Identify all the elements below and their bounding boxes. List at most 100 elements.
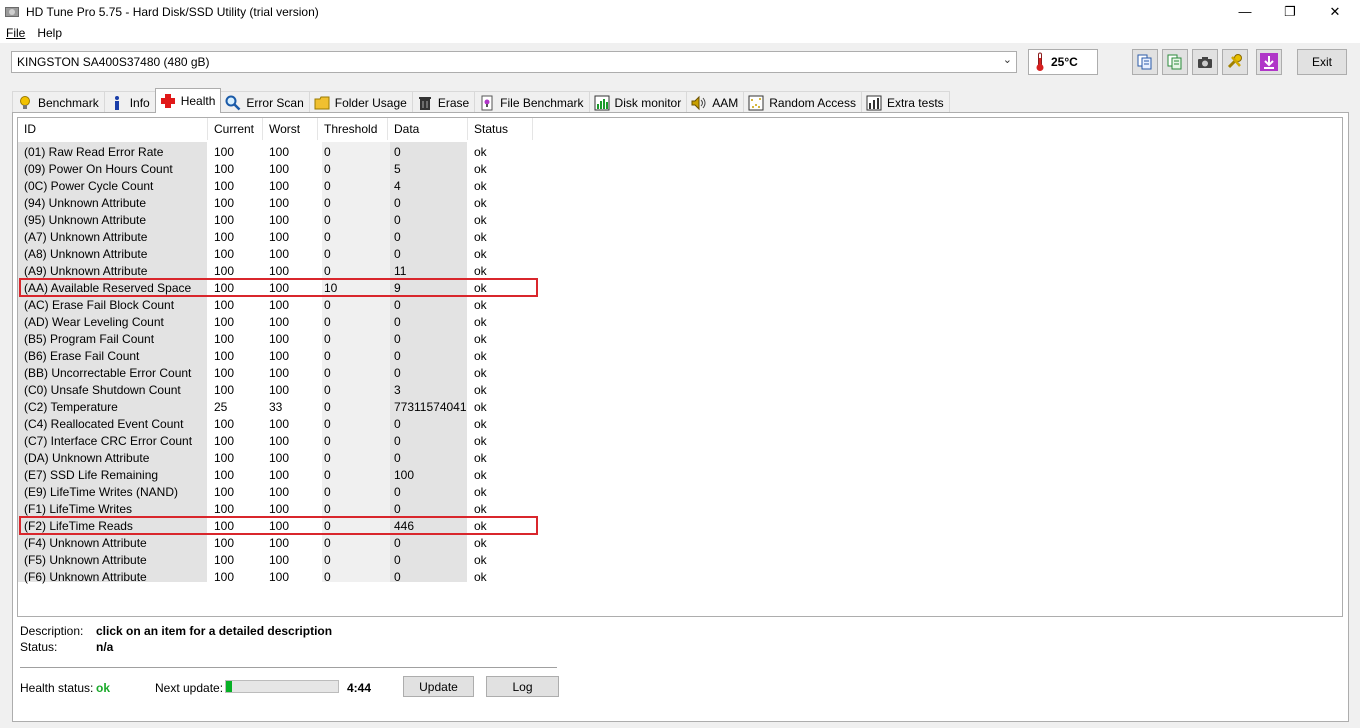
cell-worst: 100 [269,247,290,261]
log-button[interactable]: Log [486,676,559,697]
minimize-button[interactable]: — [1222,0,1268,23]
description-value: click on an item for a detailed descript… [96,624,333,638]
cell-current: 100 [214,264,235,278]
tab-folder-usage[interactable]: Folder Usage [308,91,413,113]
copy-screen-button[interactable] [1162,49,1188,75]
tab-health[interactable]: Health [154,88,222,113]
table-row[interactable]: (01) Raw Read Error Rate 100 100 0 0 ok [18,144,538,161]
column-header-current[interactable]: Current [208,118,263,140]
cell-data: 0 [394,196,401,210]
cell-worst: 100 [269,332,290,346]
table-row[interactable]: (A7) Unknown Attribute 100 100 0 0 ok [18,229,538,246]
table-row[interactable]: (C7) Interface CRC Error Count 100 100 0 0 ok [18,433,538,450]
copy-info-button[interactable] [1132,49,1158,75]
exit-button[interactable]: Exit [1297,49,1347,75]
tab-label: Erase [437,95,470,110]
table-row[interactable]: (C0) Unsafe Shutdown Count 100 100 0 3 ok [18,382,538,399]
cell-id: (A9) Unknown Attribute [24,264,148,278]
cell-status: ok [474,502,487,516]
table-row[interactable]: (AC) Erase Fail Block Count 100 100 0 0 ok [18,297,538,314]
cell-id: (0C) Power Cycle Count [24,179,154,193]
menu-file[interactable]: File [0,26,31,40]
table-row[interactable]: (BB) Uncorrectable Error Count 100 100 0 0 ok [18,365,538,382]
table-row[interactable]: (F5) Unknown Attribute 100 100 0 0 ok [18,552,538,569]
drive-select[interactable]: KINGSTON SA400S37480 (480 gB) ⌄ [11,51,1017,73]
cell-status: ok [474,570,487,584]
table-row[interactable]: (F6) Unknown Attribute 100 100 0 0 ok [18,569,538,586]
table-row[interactable]: (B5) Program Fail Count 100 100 0 0 ok [18,331,538,348]
table-row[interactable]: (A8) Unknown Attribute 100 100 0 0 ok [18,246,538,263]
table-row[interactable]: (E7) SSD Life Remaining 100 100 0 100 ok [18,467,538,484]
table-row[interactable]: (F4) Unknown Attribute 100 100 0 0 ok [18,535,538,552]
table-row[interactable]: (C2) Temperature 25 33 0 77311574041 ok [18,399,538,416]
cell-status: ok [474,247,487,261]
cell-id: (95) Unknown Attribute [24,213,147,227]
cell-id: (09) Power On Hours Count [24,162,173,176]
table-row[interactable]: (DA) Unknown Attribute 100 100 0 0 ok [18,450,538,467]
cell-status: ok [474,366,487,380]
tab-benchmark[interactable]: Benchmark [12,91,105,113]
cell-threshold: 0 [324,162,331,176]
cell-current: 100 [214,383,235,397]
tab-aam[interactable]: AAM [686,91,745,113]
tab-error-scan[interactable]: Error Scan [220,91,310,113]
cell-data: 5 [394,162,401,176]
tab-erase[interactable]: Erase [411,91,476,113]
table-row[interactable]: (09) Power On Hours Count 100 100 0 5 ok [18,161,538,178]
cell-id: (F1) LifeTime Writes [24,502,133,516]
table-row[interactable]: (AD) Wear Leveling Count 100 100 0 0 ok [18,314,538,331]
maximize-button[interactable]: ❐ [1267,0,1313,23]
column-header-data[interactable]: Data [388,118,468,140]
column-header-threshold[interactable]: Threshold [318,118,388,140]
table-row[interactable]: (95) Unknown Attribute 100 100 0 0 ok [18,212,538,229]
title-bar: HD Tune Pro 5.75 - Hard Disk/SSD Utility… [0,0,1360,23]
cell-threshold: 0 [324,434,331,448]
cell-worst: 100 [269,417,290,431]
cell-current: 100 [214,230,235,244]
cell-current: 100 [214,570,235,584]
tab-random-access[interactable]: Random Access [743,91,862,113]
thermometer-icon [1036,52,1044,71]
tab-info[interactable]: Info [103,91,156,113]
column-header-status[interactable]: Status [468,118,533,140]
save-button[interactable] [1256,49,1282,75]
tab-label: AAM [712,95,739,110]
tab-extra-tests[interactable]: Extra tests [860,91,950,113]
folder-icon [314,95,330,111]
cell-id: (F4) Unknown Attribute [24,536,147,550]
tab-file-benchmark[interactable]: File Benchmark [474,91,590,113]
cell-status: ok [474,162,487,176]
table-row[interactable]: (94) Unknown Attribute 100 100 0 0 ok [18,195,538,212]
cell-threshold: 0 [324,332,331,346]
cell-data: 77311574041 [394,400,467,414]
menu-help[interactable]: Help [31,26,68,40]
column-header-id[interactable]: ID [18,118,208,140]
tab-label: Health [180,94,216,108]
cell-current: 100 [214,247,235,261]
screenshot-button[interactable] [1192,49,1218,75]
cell-data: 0 [394,366,401,380]
cell-data: 0 [394,451,401,465]
app-icon [5,6,19,17]
extra-tests-icon [866,95,882,111]
tab-disk-monitor[interactable]: Disk monitor [588,91,688,113]
table-row[interactable]: (E9) LifeTime Writes (NAND) 100 100 0 0 ok [18,484,538,501]
cell-current: 100 [214,196,235,210]
table-row[interactable]: (0C) Power Cycle Count 100 100 0 4 ok [18,178,538,195]
cell-data: 0 [394,536,401,550]
update-button[interactable]: Update [403,676,474,697]
cell-id: (F5) Unknown Attribute [24,553,147,567]
table-row[interactable]: (B6) Erase Fail Count 100 100 0 0 ok [18,348,538,365]
cell-status: ok [474,196,487,210]
cell-threshold: 0 [324,349,331,363]
smart-attributes-table[interactable]: ID Current Worst Threshold Data Status (… [17,117,1343,617]
cell-worst: 100 [269,230,290,244]
cell-status: ok [474,400,487,414]
options-button[interactable] [1222,49,1248,75]
close-button[interactable]: ✕ [1312,0,1358,23]
cell-threshold: 0 [324,383,331,397]
table-row[interactable]: (C4) Reallocated Event Count 100 100 0 0 ok [18,416,538,433]
column-header-worst[interactable]: Worst [263,118,318,140]
cell-id: (C7) Interface CRC Error Count [24,434,193,448]
cell-current: 100 [214,417,235,431]
